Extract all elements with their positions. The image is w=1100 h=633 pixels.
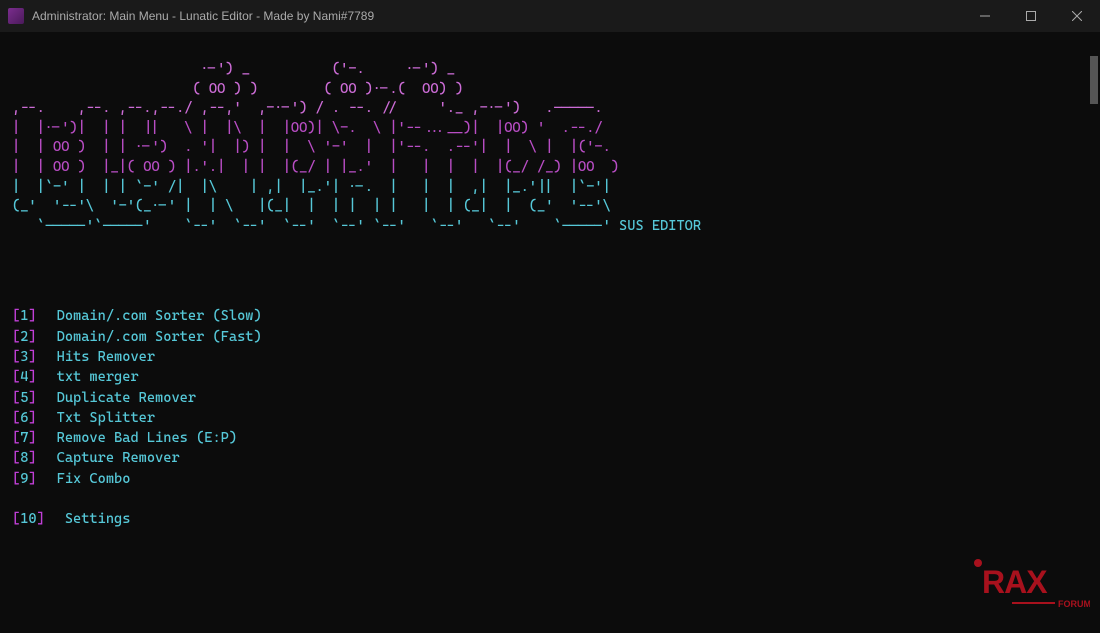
menu-item-3[interactable]: [3]Hits Remover	[12, 347, 1088, 367]
app-icon	[8, 8, 24, 24]
minimize-button[interactable]	[962, 0, 1008, 32]
watermark-logo: RAX FORUM	[940, 533, 1090, 623]
close-button[interactable]	[1054, 0, 1100, 32]
menu-item-9[interactable]: [9]Fix Combo	[12, 469, 1088, 489]
menu-item-6[interactable]: [6]Txt Splitter	[12, 408, 1088, 428]
terminal-content: .-') _ ('-. .-') _ ( OO ) ) ( OO ).-.( O…	[0, 32, 1100, 633]
menu-item-5[interactable]: [5]Duplicate Remover	[12, 388, 1088, 408]
menu-item-1[interactable]: [1]Domain/.com Sorter (Slow)	[12, 306, 1088, 326]
menu-item-2[interactable]: [2]Domain/.com Sorter (Fast)	[12, 327, 1088, 347]
menu-item-7[interactable]: [7]Remove Bad Lines (E:P)	[12, 428, 1088, 448]
menu-list: [1]Domain/.com Sorter (Slow) [2]Domain/.…	[12, 306, 1088, 529]
menu-item-8[interactable]: [8]Capture Remover	[12, 448, 1088, 468]
window-title: Administrator: Main Menu - Lunatic Edito…	[32, 9, 374, 23]
menu-item-settings[interactable]: [10]Settings	[12, 509, 1088, 529]
scrollbar-thumb[interactable]	[1090, 56, 1098, 104]
svg-text:FORUM: FORUM	[1058, 599, 1090, 609]
window-controls	[962, 0, 1100, 32]
svg-text:RAX: RAX	[982, 564, 1048, 600]
ascii-logo: .-') _ ('-. .-') _ ( OO ) ) ( OO ).-.( O…	[12, 60, 1088, 236]
window-titlebar: Administrator: Main Menu - Lunatic Edito…	[0, 0, 1100, 32]
menu-item-4[interactable]: [4]txt merger	[12, 367, 1088, 387]
maximize-button[interactable]	[1008, 0, 1054, 32]
